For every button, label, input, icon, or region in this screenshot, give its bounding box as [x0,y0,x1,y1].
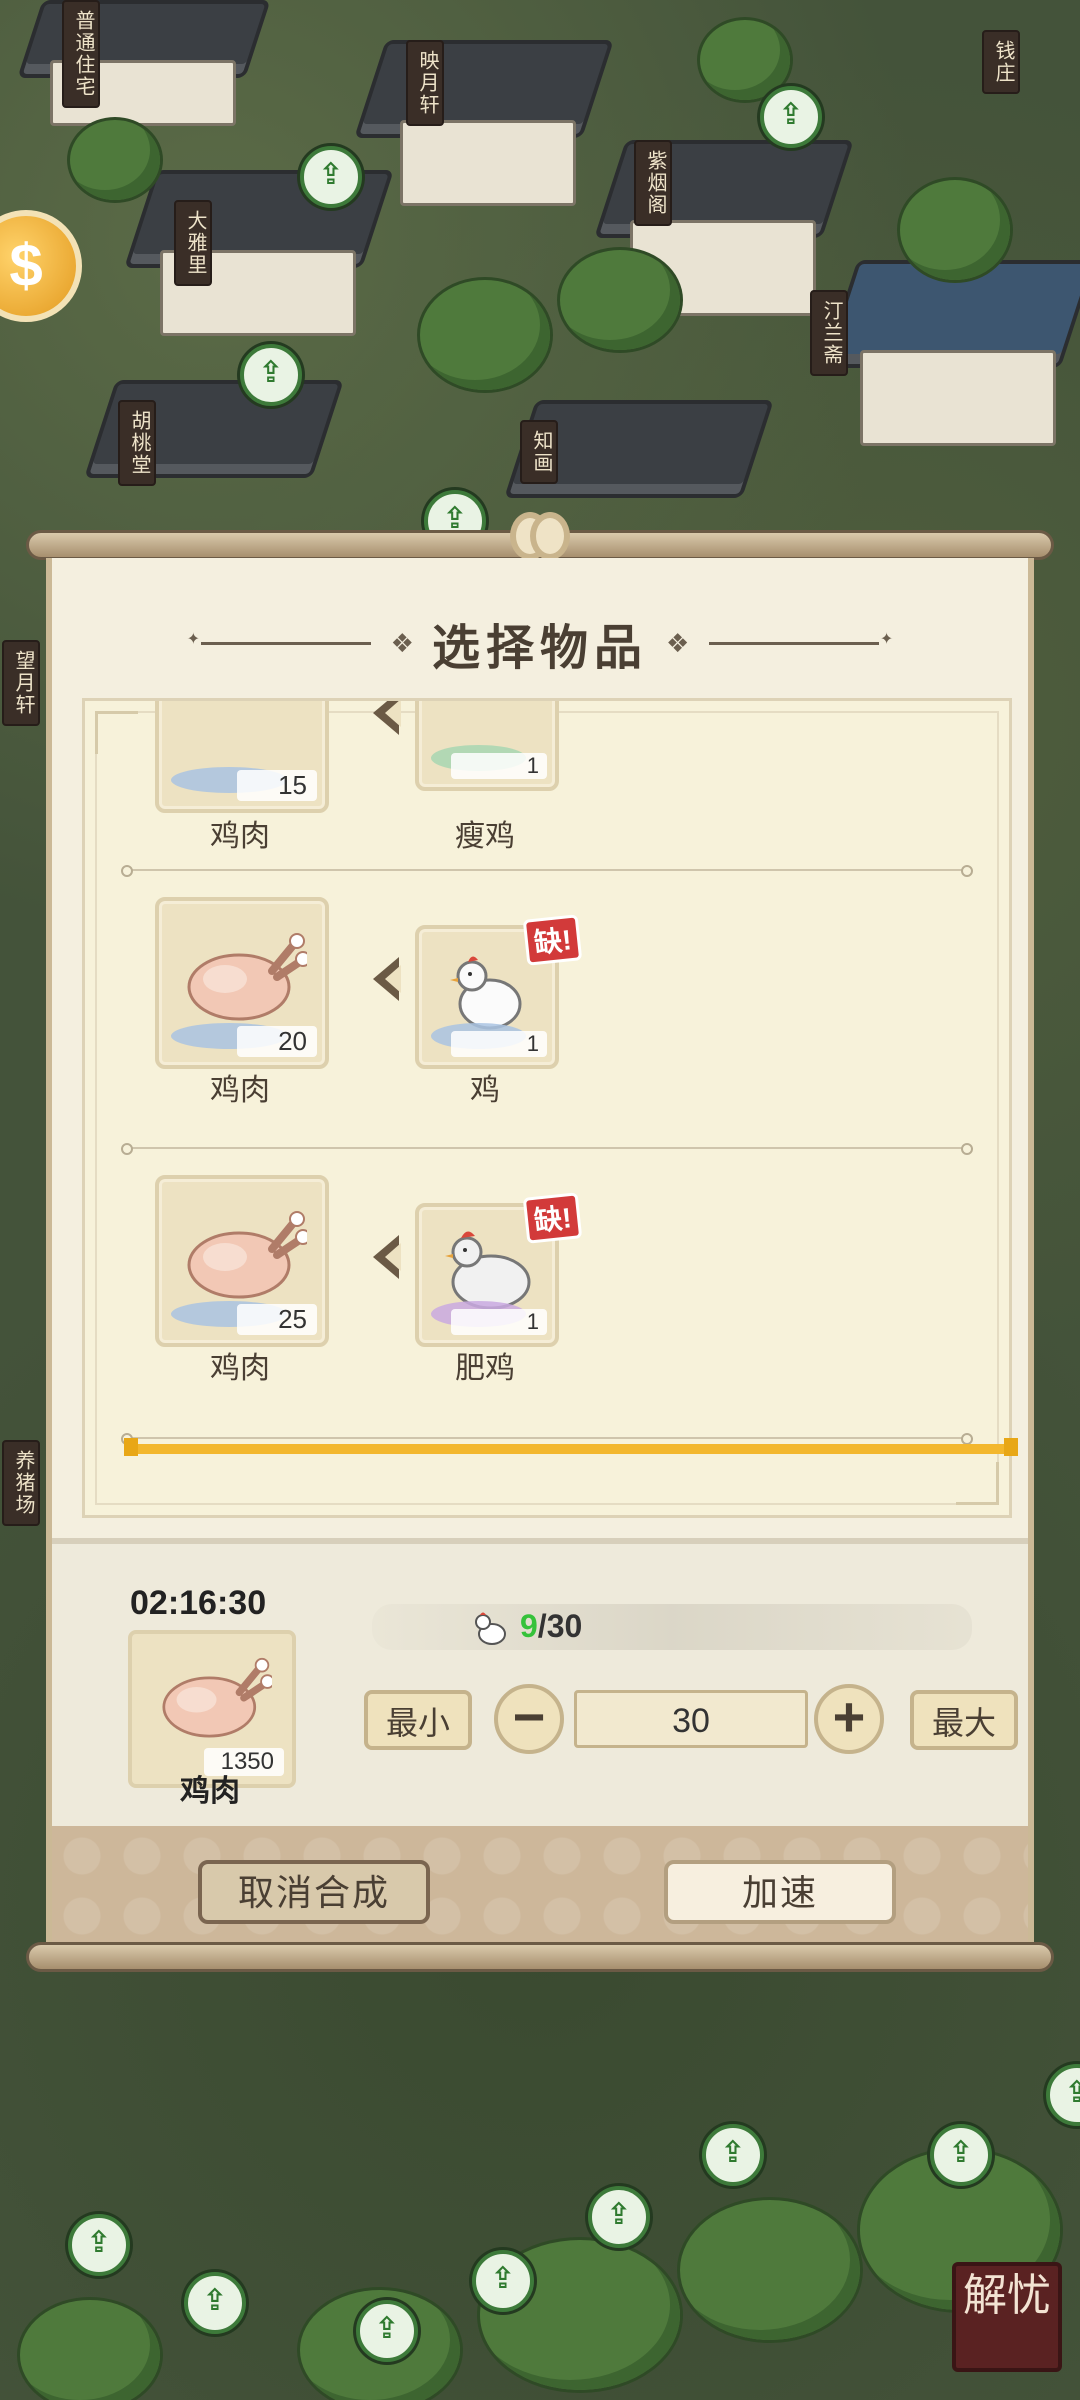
count-bar [372,1604,972,1650]
dialog-header: ❖ 选择物品 ❖ [52,608,1028,678]
lack-badge: 缺! [522,1192,583,1244]
product-slot[interactable]: 1350 [128,1630,296,1788]
coin-menu-button[interactable]: $ [0,210,82,322]
production-panel: 02:16:30 1350 鸡肉 9/30 最小 − 30 + 最大 [52,1538,1028,1834]
roast-chicken-icon [162,1657,272,1738]
building-sign[interactable]: 知画 [520,420,558,484]
upgrade-pin-icon[interactable]: ⇪ [930,2124,992,2186]
title-ornament-icon: ❖ [666,627,690,658]
speed-up-button[interactable]: 加速 [664,1860,896,1924]
output-quantity: 15 [237,770,317,801]
output-quantity: 25 [237,1304,317,1335]
roast-chicken-icon [187,1211,307,1299]
title-ornament-icon: ❖ [390,627,414,658]
input-item-name: 鸡 [470,1074,500,1107]
upgrade-pin-icon[interactable]: ⇪ [1046,2064,1080,2126]
input-item-name: 瘦鸡 [455,820,515,853]
decrease-button[interactable]: − [494,1684,564,1754]
title-divider [709,629,893,649]
upgrade-pin-icon[interactable]: ⇪ [588,2186,650,2248]
recipe-row[interactable]: 15 1 鸡肉 瘦鸡 [85,701,1009,853]
increase-button[interactable]: + [814,1684,884,1754]
row-divider [121,1143,973,1155]
cancel-synthesis-button[interactable]: 取消合成 [198,1860,430,1924]
scroll-bottom-rod [26,1942,1054,1972]
input-item-slot[interactable]: 1 [415,701,559,791]
select-item-dialog: ❖ 选择物品 ❖ 15 1 鸡肉 瘦鸡 [46,558,1034,1944]
chevron-left-icon [373,701,401,735]
chevron-left-icon [373,1235,401,1279]
input-quantity: 1 [451,753,547,779]
jieyou-seal-button[interactable]: 解忧 [952,2262,1062,2372]
output-item-name: 鸡肉 [210,820,270,853]
product-name: 鸡肉 [180,1775,240,1808]
quantity-input[interactable]: 30 [574,1690,808,1748]
recipe-row[interactable]: 25 1 缺! 鸡肉 肥鸡 [85,1165,1009,1425]
output-quantity: 20 [237,1026,317,1057]
chevron-left-icon [373,957,401,1001]
max-button[interactable]: 最大 [910,1690,1018,1750]
count-total: /30 [537,1608,583,1644]
recipe-list[interactable]: 15 1 鸡肉 瘦鸡 20 1 缺! 鸡肉 鸡 25 1 缺! 鸡肉 肥鸡 [82,698,1012,1518]
roast-chicken-icon [187,933,307,1021]
building-sign[interactable]: 普通住宅 [62,0,100,108]
building-sign[interactable]: 大雅里 [174,200,212,286]
output-item-slot[interactable]: 15 [155,701,329,813]
ingredient-count: 9/30 [520,1608,582,1645]
count-current: 9 [520,1608,538,1644]
input-quantity: 1 [451,1031,547,1057]
min-button[interactable]: 最小 [364,1690,472,1750]
building-sign[interactable]: 钱庄 [982,30,1020,94]
building-sign[interactable]: 紫烟阁 [634,140,672,226]
upgrade-pin-icon[interactable]: ⇪ [472,2250,534,2312]
recipe-row[interactable]: 20 1 缺! 鸡肉 鸡 [85,887,1009,1147]
title-divider [187,629,371,649]
row-divider [121,1433,973,1445]
output-item-name: 鸡肉 [210,1074,270,1107]
upgrade-pin-icon[interactable]: ⇪ [356,2300,418,2362]
input-quantity: 1 [451,1309,547,1335]
output-item-name: 鸡肉 [210,1352,270,1385]
dialog-footer: 取消合成 加速 [52,1826,1028,1944]
scroll-knot-icon [510,502,570,560]
upgrade-pin-icon[interactable]: ⇪ [68,2214,130,2276]
building-sign[interactable]: 望月轩 [2,640,40,726]
upgrade-pin-icon[interactable]: ⇪ [240,344,302,406]
upgrade-pin-icon[interactable]: ⇪ [184,2272,246,2334]
dialog-title: 选择物品 [431,622,648,675]
production-timer: 02:16:30 [130,1584,267,1622]
upgrade-pin-icon[interactable]: ⇪ [702,2124,764,2186]
building-sign[interactable]: 映月轩 [406,40,444,126]
lack-badge: 缺! [522,914,583,966]
row-divider [121,865,973,877]
building-sign[interactable]: 胡桃堂 [118,400,156,486]
upgrade-pin-icon[interactable]: ⇪ [300,146,362,208]
output-item-slot[interactable]: 20 [155,897,329,1069]
chicken-icon [475,1612,506,1645]
output-item-slot[interactable]: 25 [155,1175,329,1347]
building-sign[interactable]: 汀兰斋 [810,290,848,376]
list-scrollbar[interactable] [124,1438,1018,1456]
input-item-name: 肥鸡 [455,1352,515,1385]
building-sign[interactable]: 养猪场 [2,1440,40,1526]
upgrade-pin-icon[interactable]: ⇪ [760,86,822,148]
